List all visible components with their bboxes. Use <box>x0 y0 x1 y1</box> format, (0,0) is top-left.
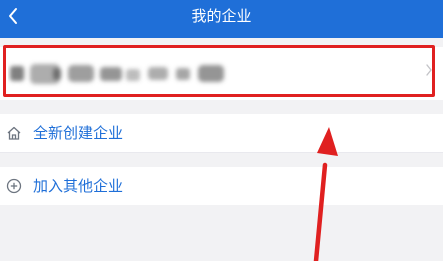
plus-circle-icon <box>6 178 22 194</box>
divider <box>0 152 443 153</box>
join-company-item[interactable]: 加入其他企业 <box>0 167 443 205</box>
join-company-label: 加入其他企业 <box>33 177 124 195</box>
home-icon <box>7 126 21 140</box>
create-company-label: 全新创建企业 <box>33 124 124 142</box>
navbar: 我的企业 <box>0 0 443 38</box>
highlight-box <box>3 45 435 97</box>
page-title: 我的企业 <box>191 7 252 25</box>
create-company-item[interactable]: 全新创建企业 <box>0 114 443 152</box>
screen: 我的企业 全新创建企业 加入其他企业 <box>0 0 443 261</box>
